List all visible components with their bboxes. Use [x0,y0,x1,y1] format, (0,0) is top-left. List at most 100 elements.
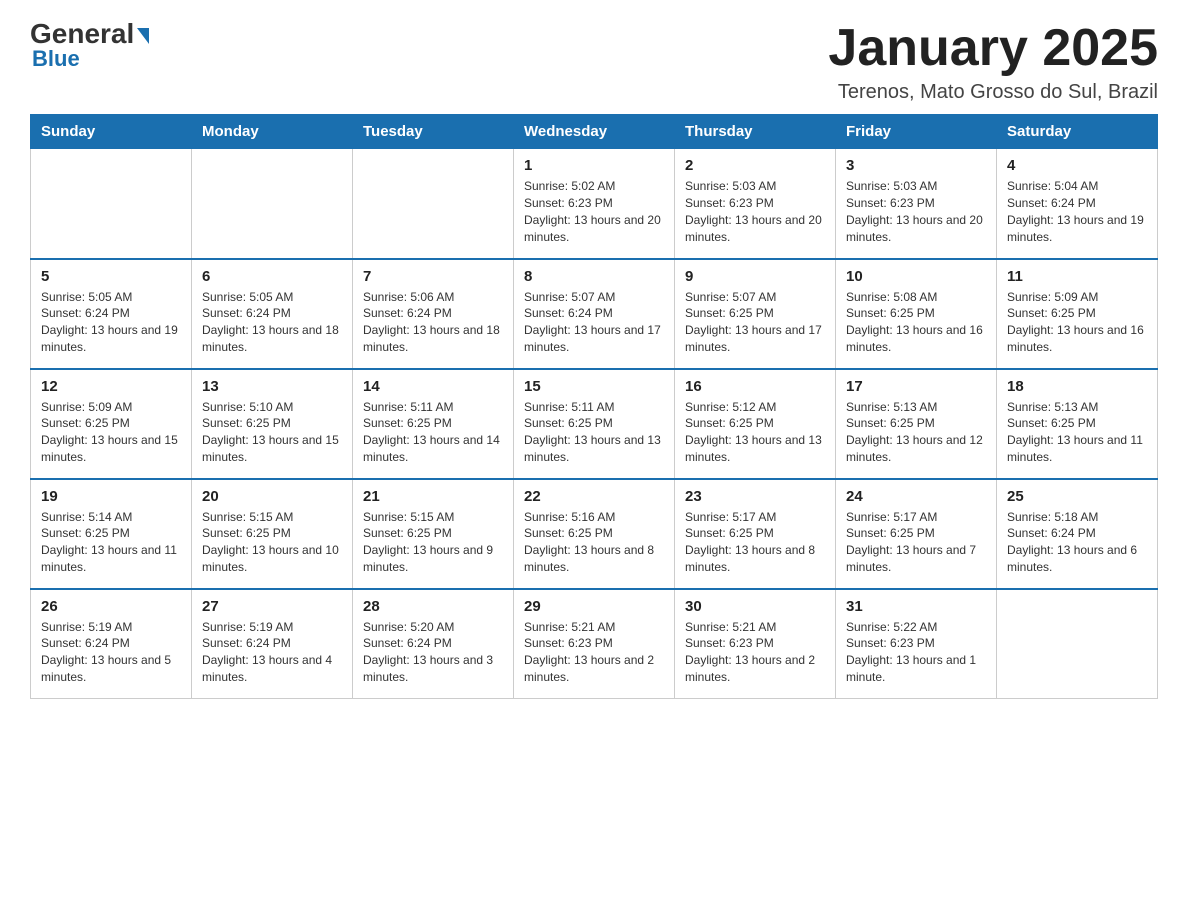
day-number: 14 [363,378,503,395]
day-info: Sunrise: 5:19 AMSunset: 6:24 PMDaylight:… [202,619,342,686]
header-wednesday: Wednesday [514,115,675,149]
day-number: 4 [1007,157,1147,174]
calendar-cell: 18 Sunrise: 5:13 AMSunset: 6:25 PMDayligh… [997,369,1158,479]
day-info: Sunrise: 5:20 AMSunset: 6:24 PMDaylight:… [363,619,503,686]
day-number: 3 [846,157,986,174]
header-monday: Monday [192,115,353,149]
day-number: 8 [524,268,664,285]
day-info: Sunrise: 5:02 AMSunset: 6:23 PMDaylight:… [524,178,664,245]
day-info: Sunrise: 5:09 AMSunset: 6:25 PMDaylight:… [1007,289,1147,356]
day-info: Sunrise: 5:03 AMSunset: 6:23 PMDaylight:… [685,178,825,245]
calendar-cell: 17 Sunrise: 5:13 AMSunset: 6:25 PMDayligh… [836,369,997,479]
calendar-cell [31,149,192,259]
day-number: 1 [524,157,664,174]
day-info: Sunrise: 5:05 AMSunset: 6:24 PMDaylight:… [41,289,181,356]
page-header: General Blue January 2025 Terenos, Mato … [30,20,1158,104]
calendar-cell: 2 Sunrise: 5:03 AMSunset: 6:23 PMDaylight… [675,149,836,259]
day-info: Sunrise: 5:13 AMSunset: 6:25 PMDaylight:… [846,399,986,466]
header-saturday: Saturday [997,115,1158,149]
calendar-cell: 21 Sunrise: 5:15 AMSunset: 6:25 PMDayligh… [353,479,514,589]
day-number: 6 [202,268,342,285]
day-number: 26 [41,598,181,615]
day-info: Sunrise: 5:07 AMSunset: 6:24 PMDaylight:… [524,289,664,356]
calendar-cell: 3 Sunrise: 5:03 AMSunset: 6:23 PMDaylight… [836,149,997,259]
day-info: Sunrise: 5:18 AMSunset: 6:24 PMDaylight:… [1007,509,1147,576]
title-area: January 2025 Terenos, Mato Grosso do Sul… [828,20,1158,104]
day-info: Sunrise: 5:11 AMSunset: 6:25 PMDaylight:… [524,399,664,466]
day-number: 22 [524,488,664,505]
location: Terenos, Mato Grosso do Sul, Brazil [828,81,1158,104]
calendar-cell: 7 Sunrise: 5:06 AMSunset: 6:24 PMDaylight… [353,259,514,369]
day-info: Sunrise: 5:06 AMSunset: 6:24 PMDaylight:… [363,289,503,356]
calendar-cell: 22 Sunrise: 5:16 AMSunset: 6:25 PMDayligh… [514,479,675,589]
calendar-cell: 25Sunrise: 5:18 AMSunset: 6:24 PMDayligh… [997,479,1158,589]
calendar-cell: 11Sunrise: 5:09 AMSunset: 6:25 PMDayligh… [997,259,1158,369]
day-info: Sunrise: 5:16 AMSunset: 6:25 PMDaylight:… [524,509,664,576]
calendar-cell: 23Sunrise: 5:17 AMSunset: 6:25 PMDayligh… [675,479,836,589]
day-info: Sunrise: 5:09 AMSunset: 6:25 PMDaylight:… [41,399,181,466]
calendar-cell: 14 Sunrise: 5:11 AMSunset: 6:25 PMDayligh… [353,369,514,479]
day-number: 2 [685,157,825,174]
day-info: Sunrise: 5:08 AMSunset: 6:25 PMDaylight:… [846,289,986,356]
day-info: Sunrise: 5:07 AMSunset: 6:25 PMDaylight:… [685,289,825,356]
day-number: 9 [685,268,825,285]
calendar-cell: 5 Sunrise: 5:05 AMSunset: 6:24 PMDaylight… [31,259,192,369]
logo-text: General [30,20,149,48]
day-info: Sunrise: 5:13 AMSunset: 6:25 PMDaylight:… [1007,399,1147,466]
header-friday: Friday [836,115,997,149]
calendar-table: SundayMondayTuesdayWednesdayThursdayFrid… [30,114,1158,699]
day-number: 18 [1007,378,1147,395]
day-number: 7 [363,268,503,285]
logo-sub: Blue [32,46,80,72]
calendar-cell [353,149,514,259]
day-number: 20 [202,488,342,505]
day-number: 15 [524,378,664,395]
calendar-cell: 10 Sunrise: 5:08 AMSunset: 6:25 PMDayligh… [836,259,997,369]
day-info: Sunrise: 5:15 AMSunset: 6:25 PMDaylight:… [202,509,342,576]
header-tuesday: Tuesday [353,115,514,149]
header-sunday: Sunday [31,115,192,149]
week-row-3: 12Sunrise: 5:09 AMSunset: 6:25 PMDayligh… [31,369,1158,479]
day-number: 21 [363,488,503,505]
day-number: 5 [41,268,181,285]
calendar-cell: 4Sunrise: 5:04 AMSunset: 6:24 PMDaylight… [997,149,1158,259]
calendar-cell: 1 Sunrise: 5:02 AMSunset: 6:23 PMDaylight… [514,149,675,259]
calendar-cell: 24Sunrise: 5:17 AMSunset: 6:25 PMDayligh… [836,479,997,589]
calendar-cell: 30Sunrise: 5:21 AMSunset: 6:23 PMDayligh… [675,589,836,699]
calendar-cell: 8 Sunrise: 5:07 AMSunset: 6:24 PMDaylight… [514,259,675,369]
day-info: Sunrise: 5:11 AMSunset: 6:25 PMDaylight:… [363,399,503,466]
day-number: 31 [846,598,986,615]
day-number: 28 [363,598,503,615]
calendar-cell: 20 Sunrise: 5:15 AMSunset: 6:25 PMDayligh… [192,479,353,589]
calendar-cell [192,149,353,259]
calendar-cell: 9 Sunrise: 5:07 AMSunset: 6:25 PMDaylight… [675,259,836,369]
week-row-5: 26 Sunrise: 5:19 AMSunset: 6:24 PMDayligh… [31,589,1158,699]
day-info: Sunrise: 5:14 AMSunset: 6:25 PMDaylight:… [41,509,181,576]
calendar-cell: 12Sunrise: 5:09 AMSunset: 6:25 PMDayligh… [31,369,192,479]
day-info: Sunrise: 5:22 AMSunset: 6:23 PMDaylight:… [846,619,986,686]
day-number: 27 [202,598,342,615]
calendar-cell: 16 Sunrise: 5:12 AMSunset: 6:25 PMDayligh… [675,369,836,479]
day-number: 29 [524,598,664,615]
calendar-cell: 26Sunrise: 5:19 AMSunset: 6:24 PMDayligh… [31,589,192,699]
day-info: Sunrise: 5:05 AMSunset: 6:24 PMDaylight:… [202,289,342,356]
logo: General Blue [30,20,149,72]
calendar-cell: 28 Sunrise: 5:20 AMSunset: 6:24 PMDayligh… [353,589,514,699]
week-row-4: 19 Sunrise: 5:14 AMSunset: 6:25 PMDayligh… [31,479,1158,589]
day-number: 19 [41,488,181,505]
calendar-cell: 6 Sunrise: 5:05 AMSunset: 6:24 PMDaylight… [192,259,353,369]
day-number: 23 [685,488,825,505]
day-info: Sunrise: 5:12 AMSunset: 6:25 PMDaylight:… [685,399,825,466]
calendar-cell: 15 Sunrise: 5:11 AMSunset: 6:25 PMDayligh… [514,369,675,479]
calendar-cell: 13Sunrise: 5:10 AMSunset: 6:25 PMDayligh… [192,369,353,479]
day-number: 13 [202,378,342,395]
day-number: 30 [685,598,825,615]
day-number: 17 [846,378,986,395]
header-thursday: Thursday [675,115,836,149]
calendar-cell: 19 Sunrise: 5:14 AMSunset: 6:25 PMDayligh… [31,479,192,589]
day-info: Sunrise: 5:15 AMSunset: 6:25 PMDaylight:… [363,509,503,576]
calendar-header-row: SundayMondayTuesdayWednesdayThursdayFrid… [31,115,1158,149]
day-info: Sunrise: 5:03 AMSunset: 6:23 PMDaylight:… [846,178,986,245]
day-number: 10 [846,268,986,285]
day-number: 16 [685,378,825,395]
